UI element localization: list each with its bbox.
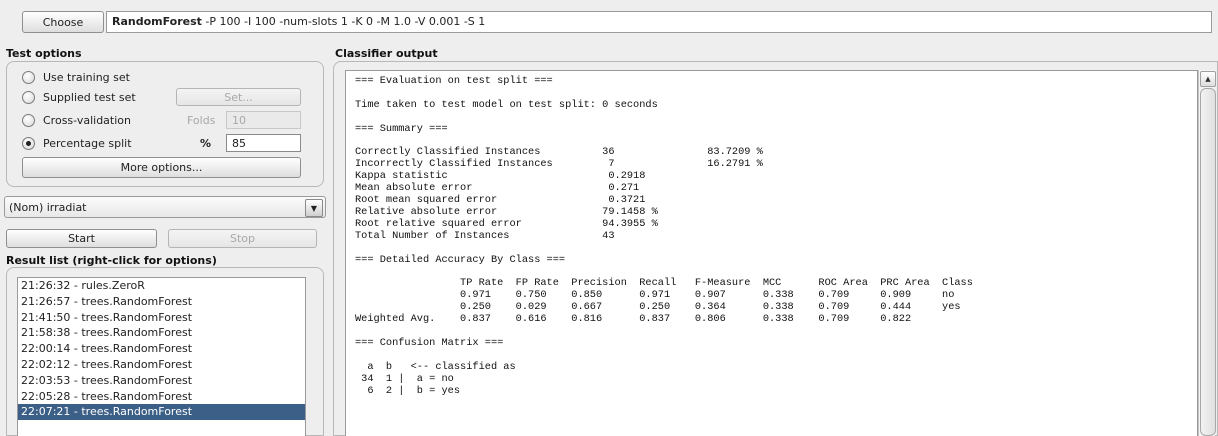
test-options-title: Test options	[6, 47, 82, 60]
result-list-item[interactable]: 21:26:32 - rules.ZeroR	[18, 278, 305, 294]
scroll-up-icon[interactable]: ▲	[1200, 71, 1216, 87]
radio-icon[interactable]	[22, 90, 35, 104]
result-list[interactable]: 21:26:32 - rules.ZeroR 21:26:57 - trees.R…	[17, 277, 306, 436]
cross-validation-option[interactable]: Cross-validation	[22, 111, 131, 129]
classifier-output-title: Classifier output	[335, 47, 438, 60]
classifier-name: RandomForest	[112, 15, 202, 28]
more-options-button[interactable]: More options...	[22, 157, 301, 178]
result-list-item[interactable]: 22:00:14 - trees.RandomForest	[18, 341, 305, 357]
result-list-item[interactable]: 22:07:21 - trees.RandomForest	[18, 404, 305, 421]
percentage-input[interactable]: 85	[226, 134, 301, 152]
choose-button[interactable]: Choose	[22, 11, 104, 33]
class-attribute-value: (Nom) irradiat	[9, 200, 87, 214]
result-list-item[interactable]: 21:41:50 - trees.RandomForest	[18, 310, 305, 326]
result-list-item[interactable]: 22:05:28 - trees.RandomForest	[18, 389, 305, 405]
classifier-config-field[interactable]: RandomForest -P 100 -I 100 -num-slots 1 …	[106, 11, 1212, 33]
classifier-options: -P 100 -I 100 -num-slots 1 -K 0 -M 1.0 -…	[201, 15, 486, 28]
supplied-test-set-option[interactable]: Supplied test set	[22, 88, 136, 106]
percentage-split-label: Percentage split	[43, 136, 132, 150]
output-scrollbar[interactable]: ▲	[1198, 70, 1216, 436]
result-list-item[interactable]: 21:26:57 - trees.RandomForest	[18, 294, 305, 310]
use-training-set-option[interactable]: Use training set	[22, 68, 130, 86]
radio-icon[interactable]	[22, 113, 35, 127]
class-attribute-select[interactable]: (Nom) irradiat ▼	[4, 196, 326, 218]
radio-icon[interactable]	[22, 70, 35, 84]
use-training-set-label: Use training set	[43, 70, 130, 84]
classifier-output-text-area[interactable]: === Evaluation on test split === Time ta…	[345, 70, 1198, 436]
stop-button[interactable]: Stop	[168, 229, 317, 248]
classifier-output-text: === Evaluation on test split === Time ta…	[355, 75, 973, 397]
folds-label: Folds	[187, 114, 216, 127]
cross-validation-label: Cross-validation	[43, 113, 131, 127]
supplied-test-set-label: Supplied test set	[43, 90, 136, 104]
set-test-set-button[interactable]: Set...	[176, 88, 301, 106]
result-list-item[interactable]: 22:02:12 - trees.RandomForest	[18, 357, 305, 373]
percent-symbol: %	[200, 137, 212, 150]
scroll-thumb[interactable]	[1200, 88, 1216, 436]
folds-input[interactable]: 10	[226, 111, 301, 129]
result-list-item[interactable]: 22:03:53 - trees.RandomForest	[18, 373, 305, 389]
chevron-down-icon[interactable]: ▼	[305, 199, 323, 217]
result-list-title: Result list (right-click for options)	[6, 254, 217, 267]
start-button[interactable]: Start	[6, 229, 157, 248]
result-list-item[interactable]: 21:58:38 - trees.RandomForest	[18, 325, 305, 341]
radio-checked-icon[interactable]	[22, 136, 35, 150]
percentage-split-option[interactable]: Percentage split	[22, 134, 132, 152]
